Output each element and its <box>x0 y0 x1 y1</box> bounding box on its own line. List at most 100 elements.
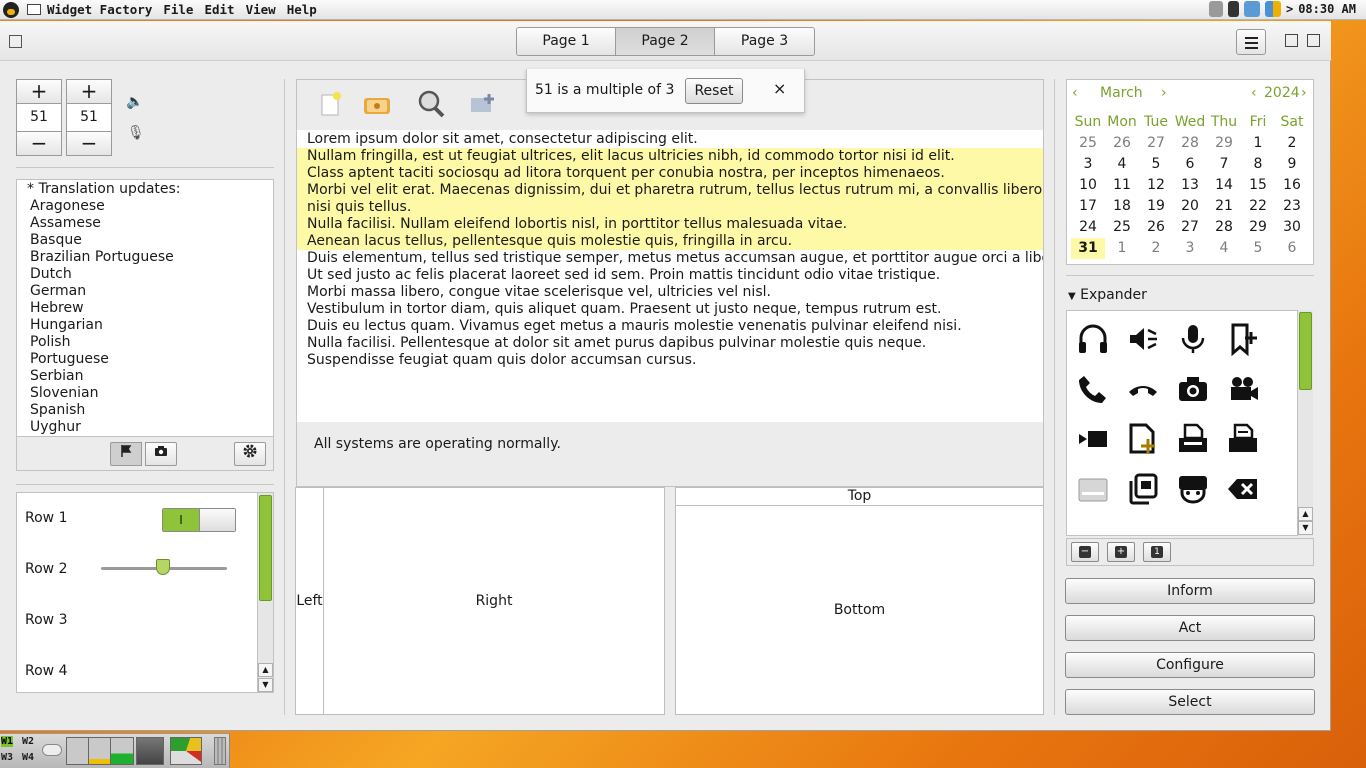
copy-icon[interactable] <box>1123 469 1163 509</box>
calendar-day[interactable]: 19 <box>1139 196 1173 217</box>
calendar-day[interactable]: 2 <box>1139 238 1173 259</box>
window-thumbnail[interactable] <box>88 737 112 765</box>
scrollbar-thumb[interactable] <box>1299 312 1312 390</box>
calendar-day[interactable]: 18 <box>1105 196 1139 217</box>
workspace-2[interactable]: W2 <box>22 736 34 747</box>
insert-image-icon[interactable] <box>467 88 499 120</box>
calendar-day[interactable]: 27 <box>1139 133 1173 154</box>
workspace-1[interactable]: W1 <box>1 736 14 747</box>
zoom-reset-button[interactable]: 1 <box>1143 542 1171 562</box>
workspace-3[interactable]: W3 <box>1 752 13 763</box>
calendar-day[interactable]: 9 <box>1275 154 1309 175</box>
decrement-button[interactable]: − <box>16 131 62 156</box>
document-new-icon[interactable] <box>1123 419 1163 459</box>
flag-button[interactable] <box>110 442 142 466</box>
drag-handle[interactable] <box>214 737 226 765</box>
new-document-icon[interactable] <box>313 88 345 120</box>
calendar-day[interactable]: 26 <box>1139 217 1173 238</box>
face-icon[interactable] <box>1173 469 1213 509</box>
calendar-day[interactable]: 30 <box>1275 217 1309 238</box>
calendar-day[interactable]: 14 <box>1207 175 1241 196</box>
next-month-arrow[interactable]: › <box>1161 85 1167 101</box>
hangup-icon[interactable] <box>1123 369 1163 409</box>
calendar-day[interactable]: 4 <box>1207 238 1241 259</box>
list-item[interactable]: Aragonese <box>17 198 273 215</box>
configure-button[interactable]: Configure <box>1065 652 1315 678</box>
menu-view[interactable]: View <box>246 2 276 17</box>
calendar-day[interactable]: 25 <box>1071 133 1105 154</box>
icon-view-scrollbar[interactable]: ▲ ▼ <box>1297 310 1313 536</box>
scroll-down-arrow[interactable]: ▼ <box>258 678 273 692</box>
network-icon[interactable] <box>1243 1 1260 17</box>
battery-icon[interactable] <box>1227 1 1239 17</box>
list-item[interactable]: Hungarian <box>17 317 273 334</box>
list-item[interactable]: Spanish <box>17 402 273 419</box>
settings-button[interactable] <box>234 442 266 466</box>
window-thumbnail[interactable] <box>110 737 134 765</box>
scroll-up-arrow[interactable]: ▲ <box>1298 507 1313 521</box>
increment-button[interactable]: + <box>16 79 62 104</box>
expander-toggle[interactable]: ▼ Expander <box>1068 287 1147 303</box>
calendar-day[interactable]: 20 <box>1173 196 1207 217</box>
scrollbar-thumb[interactable] <box>259 495 272 601</box>
camera-button[interactable] <box>145 442 177 466</box>
list-item[interactable]: Hebrew <box>17 300 273 317</box>
microphone-icon[interactable]: 🎙 <box>127 125 145 141</box>
prev-year-arrow[interactable]: ‹ <box>1251 85 1257 101</box>
window-close-icon[interactable] <box>9 35 22 48</box>
tab-page-3[interactable]: Page 3 <box>715 28 814 55</box>
window-menu-icon[interactable] <box>27 4 41 15</box>
menu-file[interactable]: File <box>163 2 193 17</box>
calendar-day[interactable]: 15 <box>1241 175 1275 196</box>
row-2-slider-thumb[interactable] <box>155 559 170 575</box>
next-year-arrow[interactable]: › <box>1301 85 1307 101</box>
clock[interactable]: 08:30 AM <box>1298 2 1356 16</box>
increment-button[interactable]: + <box>66 79 112 104</box>
list-item[interactable]: Basque <box>17 232 273 249</box>
scroll-down-arrow[interactable]: ▼ <box>1298 521 1313 535</box>
scanner-icon[interactable] <box>1073 469 1113 509</box>
calendar-day[interactable]: 23 <box>1275 196 1309 217</box>
calendar-day[interactable]: 22 <box>1241 196 1275 217</box>
bookmark-add-icon[interactable] <box>1223 319 1263 359</box>
list-item[interactable]: Dutch <box>17 266 273 283</box>
list-item[interactable]: Brazilian Portuguese <box>17 249 273 266</box>
list-item[interactable]: Slovenian <box>17 385 273 402</box>
menu-edit[interactable]: Edit <box>204 2 234 17</box>
calendar-day[interactable]: 10 <box>1071 175 1105 196</box>
rows-scrollbar[interactable]: ▲ ▼ <box>257 493 273 692</box>
video-camera-icon[interactable] <box>1223 369 1263 409</box>
calendar-day[interactable]: 27 <box>1173 217 1207 238</box>
penguin-logo-icon[interactable] <box>3 1 19 18</box>
search-icon[interactable] <box>415 88 447 120</box>
gauge-icon[interactable] <box>170 737 202 765</box>
window-thumbnail[interactable] <box>136 737 164 765</box>
zoom-out-button[interactable]: − <box>1071 542 1099 562</box>
scroll-up-arrow[interactable]: ▲ <box>258 663 273 677</box>
calendar-day[interactable]: 28 <box>1207 217 1241 238</box>
calendar-day[interactable]: 8 <box>1241 154 1275 175</box>
list-item[interactable]: Portuguese <box>17 351 273 368</box>
video-record-icon[interactable] <box>1073 419 1113 459</box>
reset-button[interactable]: Reset <box>685 78 743 104</box>
calendar-day[interactable]: 7 <box>1207 154 1241 175</box>
calendar-day[interactable]: 4 <box>1105 154 1139 175</box>
calendar-day[interactable]: 6 <box>1173 154 1207 175</box>
speaker-muted-icon[interactable] <box>1123 319 1163 359</box>
menu-help[interactable]: Help <box>287 2 317 17</box>
phone-icon[interactable] <box>1073 369 1113 409</box>
tab-page-2[interactable]: Page 2 <box>616 28 715 55</box>
microphone-icon[interactable] <box>1173 319 1213 359</box>
text-view[interactable]: Lorem ipsum dolor sit amet, consectetur … <box>297 130 1043 422</box>
hamburger-menu-button[interactable] <box>1236 29 1266 55</box>
calendar-day[interactable]: 12 <box>1139 175 1173 196</box>
calendar-day[interactable]: 11 <box>1105 175 1139 196</box>
translation-list[interactable]: * Translation updates: Aragonese Assames… <box>16 179 274 437</box>
calendar-day[interactable]: 13 <box>1173 175 1207 196</box>
workspace-4[interactable]: W4 <box>22 752 34 763</box>
window-maximize-icon[interactable] <box>1307 34 1320 47</box>
calendar-day[interactable]: 29 <box>1241 217 1275 238</box>
calendar-day[interactable]: 6 <box>1275 238 1309 259</box>
calendar-day[interactable]: 3 <box>1071 154 1105 175</box>
calendar-day-selected[interactable]: 31 <box>1071 238 1105 259</box>
